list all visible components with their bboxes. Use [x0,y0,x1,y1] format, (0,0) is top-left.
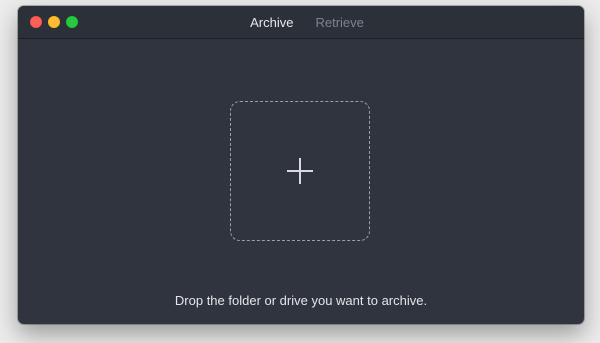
tab-bar: Archive Retrieve [18,6,584,38]
plus-icon [287,158,313,184]
tab-retrieve[interactable]: Retrieve [315,15,363,30]
drop-zone[interactable] [230,101,370,241]
app-window: Archive Retrieve Drop the folder or driv… [18,6,584,324]
drop-instruction: Drop the folder or drive you want to arc… [174,293,428,308]
titlebar: Archive Retrieve [18,6,584,39]
tab-archive[interactable]: Archive [250,15,293,30]
